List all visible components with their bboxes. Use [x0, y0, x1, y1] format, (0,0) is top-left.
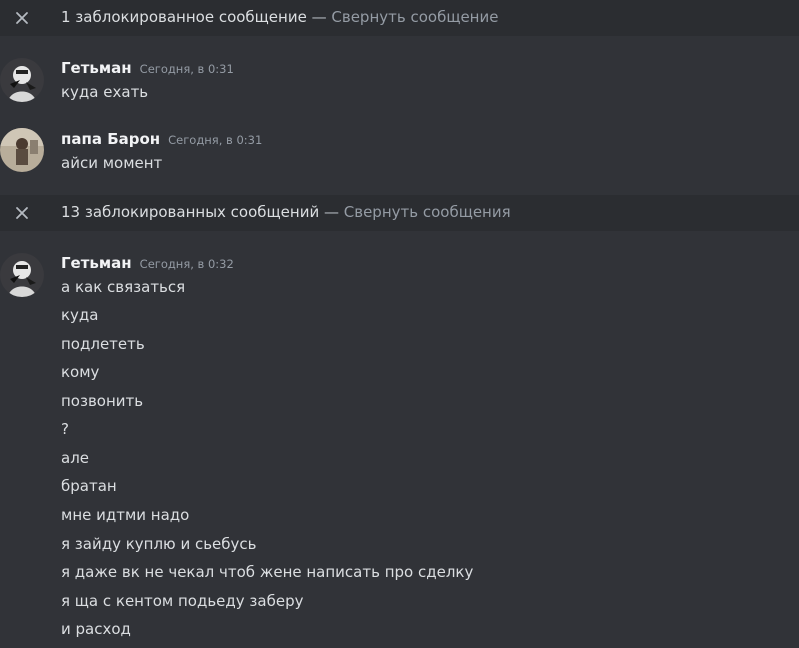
message-text: я ща с кентом подьеду заберу	[61, 592, 304, 610]
message-text: братан	[61, 477, 117, 495]
message-header: папа Барон Сегодня, в 0:31	[61, 130, 262, 148]
message-text: я зайду куплю и сьебусь	[61, 535, 257, 553]
username[interactable]: папа Барон	[61, 130, 160, 148]
blocked-messages-label: 13 заблокированных сообщений — Свернуть …	[61, 203, 511, 221]
message-text: и расход	[61, 620, 131, 638]
blocked-messages-bar: 13 заблокированных сообщений — Свернуть …	[0, 195, 799, 231]
message-text: куда ехать	[61, 83, 149, 101]
message-text: мне идтми надо	[61, 506, 190, 524]
close-icon[interactable]	[13, 9, 31, 27]
message-text: ?	[61, 420, 69, 438]
message-text: а как связаться	[61, 278, 186, 296]
message-header: Гетьман Сегодня, в 0:31	[61, 59, 234, 77]
message-text: подлететь	[61, 335, 145, 353]
username[interactable]: Гетьман	[61, 59, 132, 77]
avatar[interactable]	[0, 128, 44, 172]
message-header: Гетьман Сегодня, в 0:32	[61, 254, 234, 272]
message-group: Гетьман Сегодня, в 0:31 куда ехать	[0, 50, 799, 110]
separator: —	[319, 203, 344, 221]
blocked-count-text: 13 заблокированных сообщений	[61, 203, 320, 221]
timestamp: Сегодня, в 0:31	[168, 133, 263, 147]
timestamp: Сегодня, в 0:31	[139, 62, 234, 76]
timestamp: Сегодня, в 0:32	[139, 257, 234, 271]
message-text: айси момент	[61, 154, 163, 172]
message-text: але	[61, 449, 90, 467]
message-group: Гетьман Сегодня, в 0:32 а как связаться …	[0, 245, 799, 648]
collapse-messages-link[interactable]: Свернуть сообщения	[344, 203, 511, 221]
blocked-count-text: 1 заблокированное сообщение	[61, 8, 307, 26]
blocked-messages-bar: 1 заблокированное сообщение — Свернуть с…	[0, 0, 799, 36]
avatar[interactable]	[0, 253, 44, 297]
message-text: я даже вк не чекал чтоб жене написать пр…	[61, 563, 474, 581]
collapse-message-link[interactable]: Свернуть сообщение	[331, 8, 498, 26]
message-group: папа Барон Сегодня, в 0:31 айси момент	[0, 120, 799, 180]
message-text: позвонить	[61, 392, 144, 410]
message-text: куда	[61, 306, 99, 324]
message-text: кому	[61, 363, 100, 381]
separator: —	[306, 8, 332, 26]
close-icon[interactable]	[13, 204, 31, 222]
blocked-messages-label: 1 заблокированное сообщение — Свернуть с…	[61, 8, 498, 26]
avatar[interactable]	[0, 58, 44, 102]
username[interactable]: Гетьман	[61, 254, 132, 272]
